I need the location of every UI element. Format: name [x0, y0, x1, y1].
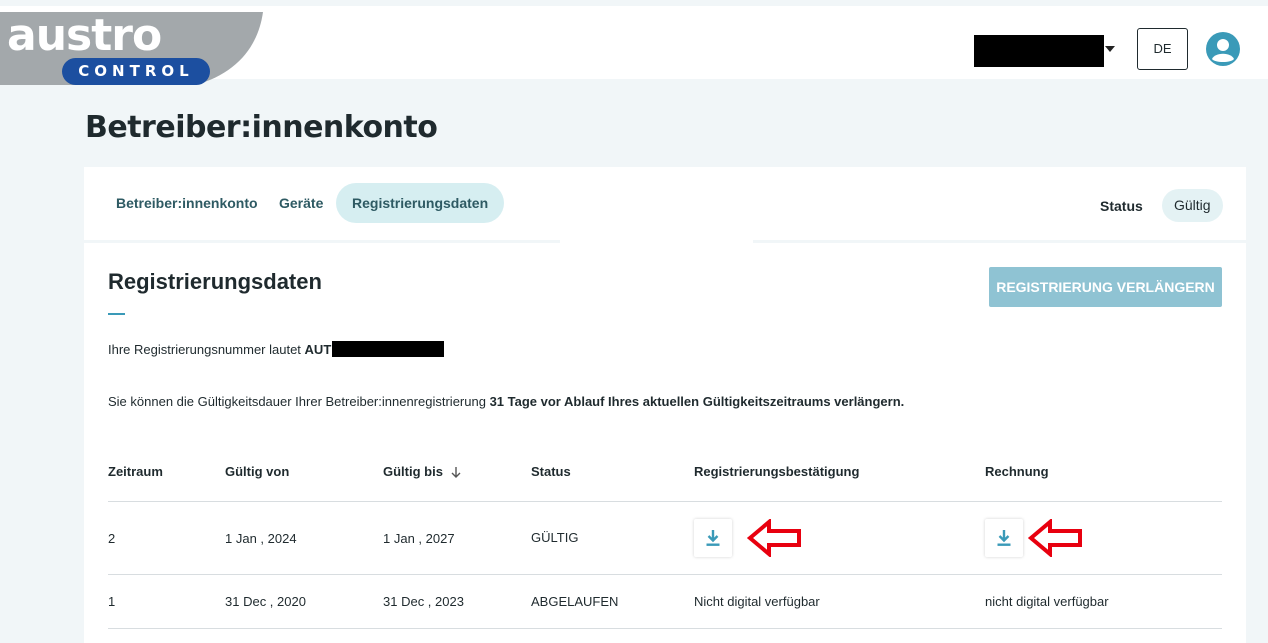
tab-account[interactable]: Betreiber:innenkonto	[100, 183, 274, 223]
language-button[interactable]: DE	[1137, 28, 1188, 70]
column-header-period[interactable]: Zeitraum	[108, 464, 163, 479]
renewal-info-text: Sie können die Gültigkeitsdauer Ihrer Be…	[108, 394, 486, 409]
caret-down-icon[interactable]	[1105, 46, 1115, 52]
cell-valid-to: 31 Dec , 2023	[383, 594, 464, 609]
column-header-valid-to-label[interactable]: Gültig bis	[383, 464, 443, 479]
registration-number-line: Ihre Registrierungsnummer lautet AUT	[108, 341, 445, 357]
cell-valid-to: 1 Jan , 2027	[383, 531, 455, 546]
cell-confirmation: Nicht digital verfügbar	[694, 594, 820, 609]
table-header-divider	[108, 501, 1222, 502]
column-header-confirmation[interactable]: Registrierungsbestätigung	[694, 464, 859, 479]
column-header-valid-to[interactable]: Gültig bis	[383, 464, 461, 479]
download-icon	[997, 530, 1011, 546]
annotation-arrow-left-icon	[747, 519, 801, 557]
sort-down-icon[interactable]	[451, 466, 461, 479]
column-header-valid-from[interactable]: Gültig von	[225, 464, 289, 479]
cell-invoice: nicht digital verfügbar	[985, 594, 1109, 609]
cell-status: GÜLTIG	[531, 530, 579, 545]
annotation-arrow-left-icon	[1028, 519, 1082, 557]
registration-number-redacted	[332, 341, 445, 357]
registration-number-prefix: AUT	[304, 342, 332, 357]
page-title: Betreiber:innenkonto	[85, 110, 438, 145]
download-icon	[706, 530, 720, 546]
registration-number-label: Ihre Registrierungsnummer lautet	[108, 342, 301, 357]
logo-word: austro	[7, 10, 162, 61]
renew-registration-button[interactable]: REGISTRIERUNG VERLÄNGERN	[989, 267, 1222, 307]
tab-devices[interactable]: Geräte	[263, 183, 339, 223]
download-confirmation-button[interactable]	[694, 519, 732, 557]
registration-panel: Registrierungsdaten REGISTRIERUNG VERLÄN…	[84, 243, 1246, 643]
user-name-redacted[interactable]	[974, 35, 1104, 67]
logo-subtitle: CONTROL	[62, 58, 210, 85]
account-tabs: Betreiber:innenkonto Geräte Registrierun…	[84, 167, 1246, 240]
status-label: Status	[1100, 198, 1143, 214]
cell-period: 1	[108, 594, 116, 609]
top-bar: austro CONTROL DE	[0, 0, 1268, 85]
tab-registration-data[interactable]: Registrierungsdaten	[336, 183, 505, 223]
title-accent-line	[108, 313, 125, 315]
status-badge: Gültig	[1162, 189, 1223, 222]
cell-period: 2	[108, 531, 116, 546]
table-row-divider	[108, 574, 1222, 575]
table-row-divider	[108, 628, 1222, 629]
user-circle-icon[interactable]	[1206, 32, 1240, 66]
austro-control-logo[interactable]: austro CONTROL	[0, 12, 265, 85]
cell-valid-from: 1 Jan , 2024	[225, 531, 297, 546]
column-header-status[interactable]: Status	[531, 464, 571, 479]
cell-status: ABGELAUFEN	[531, 594, 619, 609]
section-title: Registrierungsdaten	[108, 269, 322, 294]
renewal-info-bold: 31 Tage vor Ablauf Ihres aktuellen Gülti…	[489, 394, 905, 409]
download-invoice-button[interactable]	[985, 519, 1023, 557]
cell-valid-from: 31 Dec , 2020	[225, 594, 306, 609]
renewal-info-line: Sie können die Gültigkeitsdauer Ihrer Be…	[108, 394, 904, 409]
column-header-invoice[interactable]: Rechnung	[985, 464, 1049, 479]
